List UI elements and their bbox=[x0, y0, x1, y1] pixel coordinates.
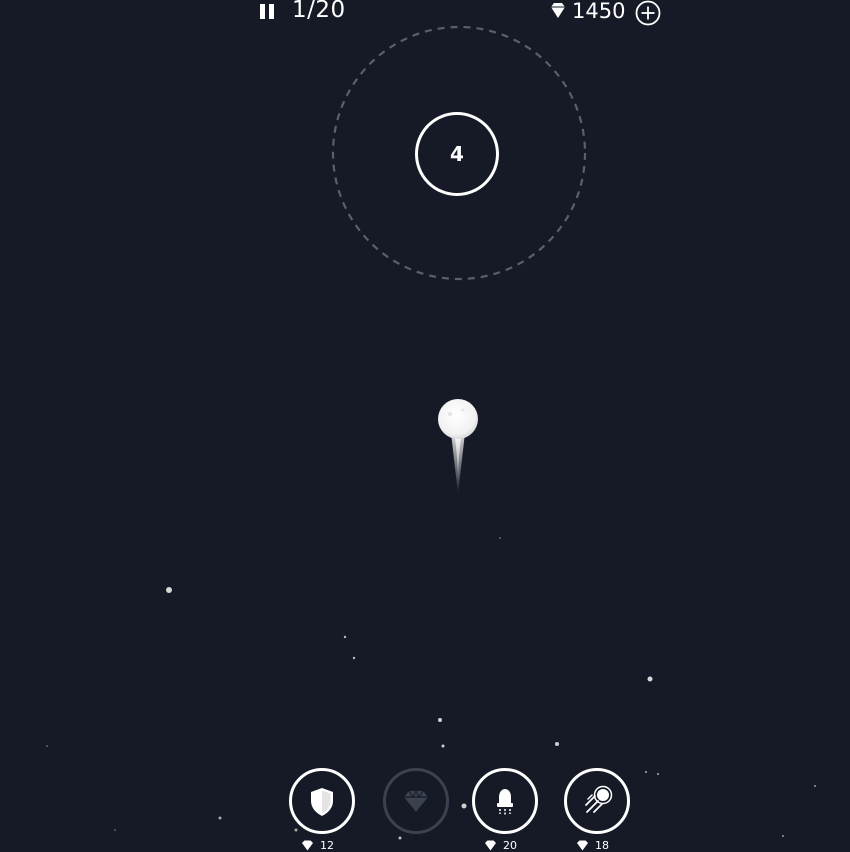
pause-button[interactable] bbox=[259, 2, 277, 20]
shield-powerup-button[interactable] bbox=[289, 768, 355, 834]
gem-icon bbox=[485, 840, 496, 850]
star bbox=[114, 829, 116, 831]
target-hit-count: 4 bbox=[450, 142, 464, 166]
gem-count: 1450 bbox=[572, 0, 626, 23]
star bbox=[461, 803, 467, 809]
star bbox=[166, 587, 172, 593]
star bbox=[294, 828, 298, 832]
star bbox=[218, 816, 222, 820]
star bbox=[657, 773, 659, 775]
star bbox=[352, 656, 356, 660]
add-gems-button[interactable] bbox=[635, 0, 661, 26]
star bbox=[499, 537, 501, 539]
meteor-powerup-button[interactable] bbox=[564, 768, 630, 834]
player-ball bbox=[438, 399, 478, 494]
star bbox=[555, 742, 559, 746]
meteor-icon bbox=[585, 785, 613, 813]
star bbox=[398, 836, 402, 840]
target-circle: 4 bbox=[415, 112, 499, 196]
star bbox=[441, 744, 445, 748]
top-hud: 1/20 1450 bbox=[0, 0, 850, 28]
star bbox=[647, 676, 653, 682]
rocket-powerup-button[interactable] bbox=[472, 768, 538, 834]
star bbox=[46, 745, 48, 747]
gem-counter: 1450 bbox=[548, 0, 625, 25]
level-progress: 1/20 bbox=[292, 0, 346, 23]
star bbox=[645, 771, 647, 773]
pause-icon-bar bbox=[269, 4, 274, 19]
shield-icon bbox=[311, 788, 333, 816]
gem-icon bbox=[302, 840, 313, 850]
star bbox=[343, 635, 347, 639]
star bbox=[438, 718, 442, 722]
gem-powerup-button bbox=[383, 768, 449, 834]
pause-icon-bar bbox=[260, 4, 265, 19]
star bbox=[782, 835, 784, 837]
gem-icon bbox=[577, 840, 588, 850]
gem-icon bbox=[551, 3, 565, 18]
rocket-icon bbox=[497, 789, 513, 816]
star bbox=[814, 785, 816, 787]
gem-icon bbox=[404, 789, 428, 812]
